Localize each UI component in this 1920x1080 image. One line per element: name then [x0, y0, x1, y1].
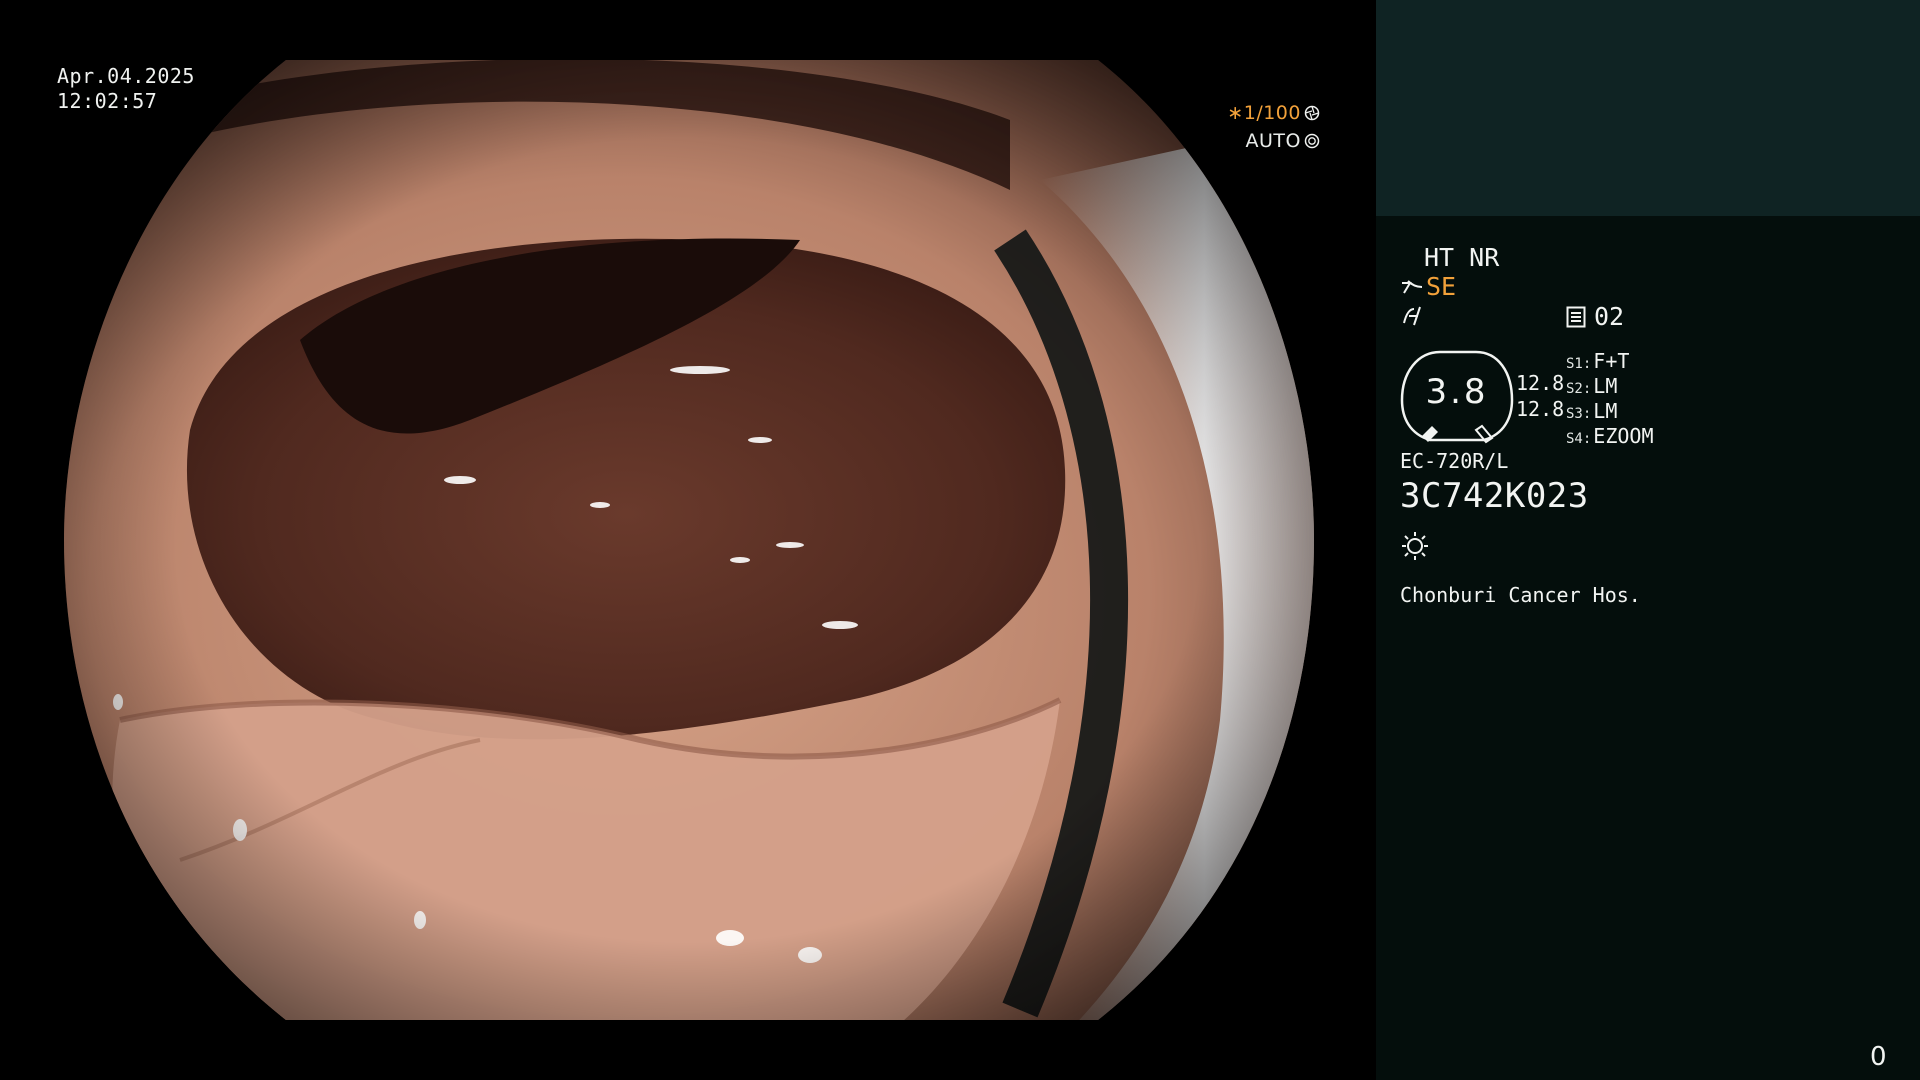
switch-4-row: S4: EZOOM: [1566, 424, 1654, 448]
memory-row: 02: [1566, 302, 1624, 331]
panel-header-block: [1376, 0, 1920, 216]
color-mode-icon: [1403, 306, 1421, 326]
switch-1-row: S1: F+T: [1566, 349, 1629, 373]
zoom-dial: 3.8: [1400, 348, 1514, 444]
scope-serial-label: 3C742K023: [1400, 476, 1589, 516]
switch-4-key: S4:: [1566, 431, 1592, 447]
iris-row: AUTO: [1227, 127, 1320, 155]
date-label: Apr.04.2025: [57, 64, 195, 88]
memory-card-icon: [1566, 306, 1586, 327]
switch-2-key: S2:: [1566, 381, 1592, 397]
iris-icon: [1304, 133, 1320, 149]
zoom-value-lower: 12.8: [1516, 397, 1565, 421]
memory-slot-label: 02: [1594, 302, 1625, 331]
switch-4-value: EZOOM: [1593, 424, 1654, 448]
switch-3-row: S3: LM: [1566, 399, 1617, 423]
hospital-name-label: Chonburi Cancer Hos.: [1400, 583, 1641, 607]
enhance-icon: [1402, 279, 1423, 294]
switch-3-key: S3:: [1566, 406, 1592, 422]
endoscopy-screen: Apr.04.2025 12:02:57 ∗1/100 AUTO HT NR S…: [0, 0, 1920, 1080]
switch-3-value: LM: [1593, 399, 1618, 423]
shutter-row: ∗1/100: [1227, 99, 1320, 127]
info-panel: HT NR SE 02 3.8 12.8 12.8 S1: F+T S2: LM…: [1376, 0, 1920, 1080]
structure-enhance-label: SE: [1426, 272, 1457, 301]
shutter-icon: [1304, 105, 1320, 121]
switch-1-value: F+T: [1593, 349, 1630, 373]
iris-mode-label: AUTO: [1245, 130, 1301, 152]
switch-1-key: S1:: [1566, 356, 1592, 372]
light-source-icon: [1402, 532, 1428, 560]
time-label: 12:02:57: [57, 89, 158, 113]
processing-modes-label: HT NR: [1424, 243, 1500, 272]
switch-2-value: LM: [1593, 374, 1618, 398]
exposure-readout: ∗1/100 AUTO: [1227, 99, 1320, 155]
endoscope-image: [64, 60, 1314, 1020]
shutter-speed-label: ∗1/100: [1227, 102, 1301, 124]
date-time-readout: Apr.04.2025 12:02:57: [57, 64, 195, 114]
switch-2-row: S2: LM: [1566, 374, 1617, 398]
zoom-dial-value: 3.8: [1425, 372, 1489, 412]
frame-counter: 0: [1870, 1042, 1887, 1072]
structure-enhance-row: SE: [1400, 272, 1456, 301]
endoscope-view: Apr.04.2025 12:02:57 ∗1/100 AUTO: [0, 0, 1376, 1080]
color-mode-row: [1400, 305, 1426, 333]
zoom-value-upper: 12.8: [1516, 371, 1565, 395]
scope-model-label: EC-720R/L: [1400, 449, 1509, 473]
